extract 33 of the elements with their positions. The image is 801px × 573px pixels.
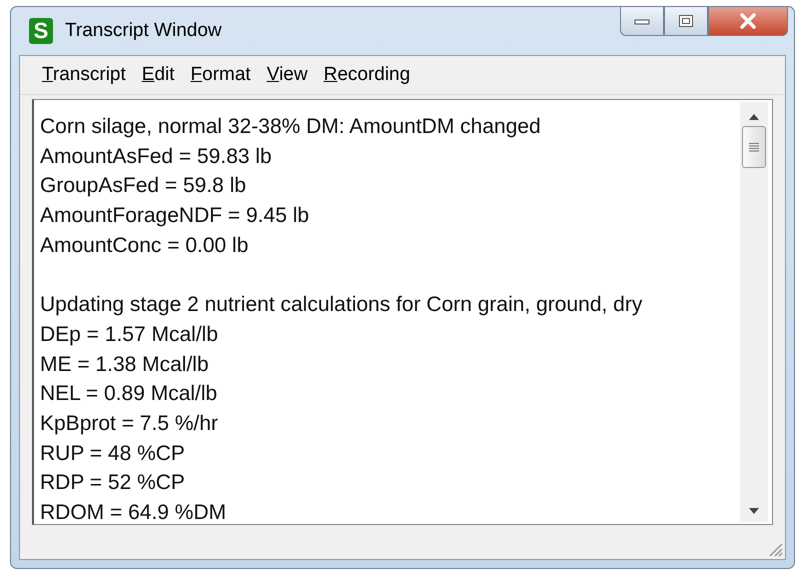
maximize-button[interactable]	[664, 6, 708, 36]
transcript-line: KpBprot = 7.5 %/hr	[40, 410, 220, 437]
maximize-icon	[678, 14, 694, 28]
close-icon	[739, 13, 757, 29]
transcript-text-area[interactable]	[32, 99, 773, 525]
transcript-line: Updating stage 2 nutrient calculations for Corn grain, ground, dry	[40, 292, 644, 318]
transcript-line: RDP = 52 %CP	[40, 470, 186, 496]
close-button[interactable]	[708, 6, 788, 36]
menu-item[interactable]: Recording	[318, 62, 416, 88]
menu-item[interactable]: View	[260, 62, 314, 88]
menu-item[interactable]: Transcript	[36, 62, 132, 88]
window-title: Transcript Window	[65, 20, 222, 42]
transcript-line: DEp = 1.57 Mcal/lb	[40, 322, 220, 348]
scroll-down-icon[interactable]	[749, 508, 759, 514]
scrollbar-thumb[interactable]	[742, 126, 766, 168]
app-logo: S	[29, 18, 53, 44]
transcript-line: AmountAsFed = 59.83 lb	[40, 144, 273, 170]
transcript-line: AmountForageNDF = 9.45 lb	[40, 203, 310, 230]
grip-icon	[749, 142, 759, 152]
resize-grip-icon[interactable]	[767, 541, 783, 557]
transcript-line: Corn silage, normal 32-38% DM: AmountDM changed	[40, 114, 542, 140]
transcript-line: NEL = 0.89 Mcal/lb	[40, 381, 218, 408]
menu-item[interactable]: Format	[184, 62, 257, 88]
transcript-line: AmountConc = 0.00 lb	[40, 232, 250, 259]
minimize-icon	[634, 17, 650, 25]
transcript-line: GroupAsFed = 59.8 lb	[40, 173, 248, 200]
menu-item[interactable]: Edit	[136, 62, 181, 88]
transcript-line: RUP = 48 %CP	[40, 440, 186, 467]
vertical-scrollbar[interactable]	[740, 102, 768, 522]
transcript-line: RDOM = 64.9 %DM	[40, 500, 228, 524]
transcript-line: ME = 1.38 Mcal/lb	[40, 352, 210, 378]
minimize-button[interactable]	[620, 6, 664, 36]
scroll-up-icon[interactable]	[749, 114, 759, 120]
